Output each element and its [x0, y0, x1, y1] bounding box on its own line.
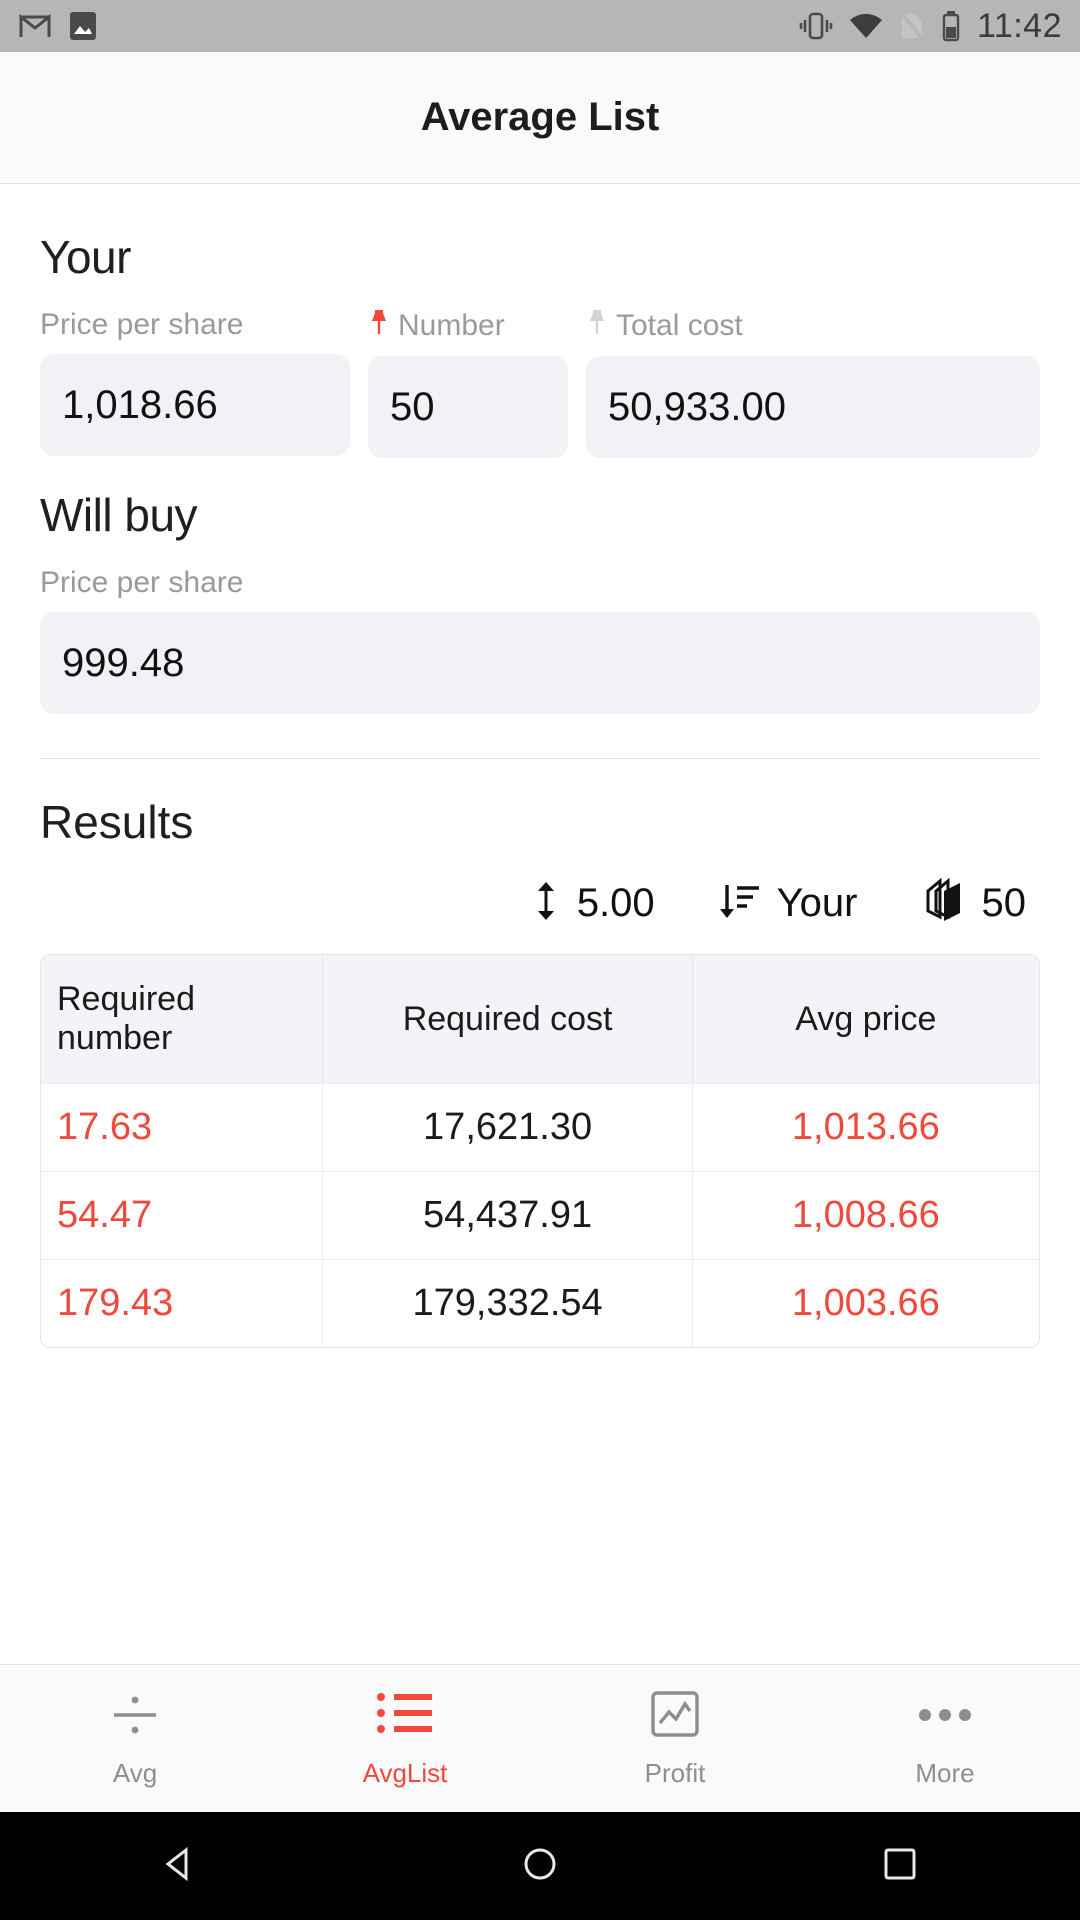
your-total-cost-label: Total cost [586, 308, 1040, 344]
will-buy-field: Price per share 999.48 [40, 566, 1040, 714]
your-number-label: Number [368, 308, 568, 344]
your-fields-row: Price per share 1,018.66 Number 50 Total… [40, 308, 1040, 458]
results-section-heading: Results [40, 796, 194, 848]
phone-screen: 11:42 Average List Your Price per share … [0, 0, 1080, 1920]
status-bar: 11:42 [0, 0, 1080, 52]
sort-control[interactable]: Your [717, 880, 858, 927]
status-bar-right-icons: 11:42 [799, 7, 1062, 46]
nav-tab-avglist-label: AvgList [362, 1757, 448, 1788]
your-total-cost-field: Total cost 50,933.00 [586, 308, 1040, 458]
table-header-row: Required number Required cost Avg price [41, 955, 1039, 1083]
nav-tab-avg[interactable]: Avg [0, 1689, 270, 1789]
gmail-icon [18, 12, 52, 40]
header-required-number: Required number [41, 955, 324, 1083]
status-bar-left-icons [18, 10, 98, 42]
recents-icon[interactable] [878, 1842, 922, 1891]
your-total-cost-label-text: Total cost [616, 309, 743, 342]
count-control[interactable]: 50 [920, 877, 1027, 930]
your-number-input[interactable]: 50 [368, 356, 568, 458]
count-value: 50 [981, 881, 1027, 925]
cell-required-number: 17.63 [41, 1084, 324, 1171]
battery-icon [941, 10, 961, 42]
divide-icon [106, 1689, 164, 1746]
list-icon [374, 1689, 436, 1746]
cell-avg-price: 1,008.66 [692, 1172, 1039, 1259]
step-size-value: 5.00 [576, 881, 655, 925]
chart-box-icon [647, 1689, 703, 1746]
header-avg-price: Avg price [692, 955, 1039, 1083]
more-dots-icon [913, 1689, 977, 1746]
will-buy-price-input[interactable]: 999.48 [40, 612, 1040, 714]
will-buy-section-heading: Will buy [40, 489, 198, 541]
cell-required-cost: 179,332.54 [323, 1260, 693, 1347]
cell-required-number: 179.43 [41, 1260, 324, 1347]
step-updown-icon [529, 879, 563, 928]
nav-tab-more-label: More [915, 1757, 975, 1788]
results-table: Required number Required cost Avg price … [40, 954, 1040, 1348]
table-row[interactable]: 179.43 179,332.54 1,003.66 [41, 1259, 1039, 1347]
back-icon[interactable] [158, 1842, 202, 1891]
pin-icon-gray[interactable] [586, 308, 608, 344]
step-size-control[interactable]: 5.00 [529, 879, 655, 928]
sort-descending-icon [717, 880, 763, 927]
will-buy-price-label: Price per share [40, 566, 244, 599]
nav-tab-more[interactable]: More [810, 1689, 1080, 1789]
your-total-cost-input[interactable]: 50,933.00 [586, 356, 1040, 458]
vibrate-icon [799, 10, 833, 42]
your-section-heading: Your [40, 231, 131, 283]
results-toolbar: 5.00 Your 50 [40, 877, 1040, 930]
section-divider [40, 758, 1040, 759]
layers-stack-icon [920, 877, 968, 930]
your-price-per-share-input[interactable]: 1,018.66 [40, 354, 350, 456]
wifi-icon [849, 12, 883, 40]
home-icon[interactable] [518, 1842, 562, 1891]
cell-required-number: 54.47 [41, 1172, 324, 1259]
your-price-per-share-label: Price per share [40, 308, 350, 342]
nav-tab-avglist[interactable]: AvgList [270, 1689, 540, 1789]
app-bar: Average List [0, 52, 1080, 184]
nav-tab-avg-label: Avg [112, 1757, 158, 1788]
header-required-cost: Required cost [323, 955, 693, 1083]
main-content: Your Price per share 1,018.66 Number 50 … [0, 184, 1080, 1664]
nav-tab-profit-label: Profit [644, 1757, 706, 1788]
your-price-per-share-label-text: Price per share [40, 308, 244, 341]
bottom-navigation: Avg AvgList Profit More [0, 1664, 1080, 1812]
nav-tab-profit[interactable]: Profit [540, 1689, 810, 1789]
system-navigation-bar [0, 1812, 1080, 1920]
your-number-label-text: Number [398, 309, 505, 342]
results-table-head: Required number Required cost Avg price [41, 955, 1039, 1083]
gallery-icon [68, 10, 98, 42]
cell-avg-price: 1,003.66 [692, 1260, 1039, 1347]
page-title: Average List [420, 95, 660, 139]
cell-required-cost: 17,621.30 [323, 1084, 693, 1171]
results-table-body: 17.63 17,621.30 1,013.66 54.47 54,437.91… [41, 1083, 1039, 1347]
sim-missing-icon [898, 10, 925, 42]
sort-mode-value: Your [776, 881, 858, 925]
cell-required-cost: 54,437.91 [323, 1172, 693, 1259]
your-number-field: Number 50 [368, 308, 568, 458]
pin-icon-red[interactable] [368, 308, 390, 344]
cell-avg-price: 1,013.66 [692, 1084, 1039, 1171]
table-row[interactable]: 54.47 54,437.91 1,008.66 [41, 1171, 1039, 1259]
your-price-per-share-field: Price per share 1,018.66 [40, 308, 350, 458]
status-bar-clock: 11:42 [976, 6, 1062, 45]
table-row[interactable]: 17.63 17,621.30 1,013.66 [41, 1083, 1039, 1171]
